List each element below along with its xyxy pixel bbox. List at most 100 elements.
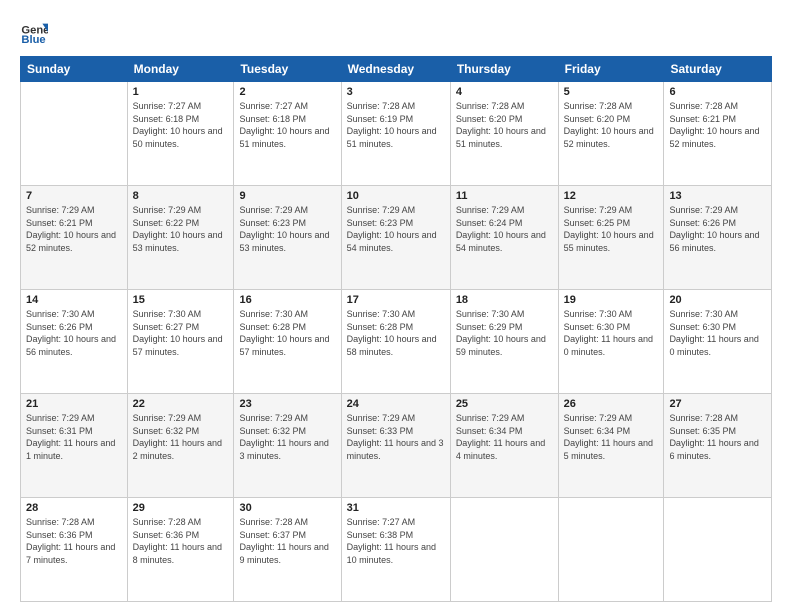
header-cell-friday: Friday — [558, 57, 664, 82]
calendar-cell: 29 Sunrise: 7:28 AMSunset: 6:36 PMDayligh… — [127, 498, 234, 602]
calendar-week-3: 21 Sunrise: 7:29 AMSunset: 6:31 PMDayligh… — [21, 394, 772, 498]
day-number: 1 — [133, 86, 229, 98]
calendar-cell — [450, 498, 558, 602]
calendar-cell: 18 Sunrise: 7:30 AMSunset: 6:29 PMDayligh… — [450, 290, 558, 394]
day-number: 2 — [239, 86, 335, 98]
day-number: 20 — [669, 294, 766, 306]
day-info: Sunrise: 7:29 AMSunset: 6:32 PMDaylight:… — [133, 412, 229, 462]
day-info: Sunrise: 7:30 AMSunset: 6:28 PMDaylight:… — [239, 308, 335, 358]
header-cell-wednesday: Wednesday — [341, 57, 450, 82]
calendar-cell: 25 Sunrise: 7:29 AMSunset: 6:34 PMDayligh… — [450, 394, 558, 498]
day-number: 11 — [456, 190, 553, 202]
day-info: Sunrise: 7:28 AMSunset: 6:36 PMDaylight:… — [26, 516, 122, 566]
calendar-cell: 26 Sunrise: 7:29 AMSunset: 6:34 PMDayligh… — [558, 394, 664, 498]
logo: General Blue — [20, 18, 50, 46]
calendar-cell: 17 Sunrise: 7:30 AMSunset: 6:28 PMDayligh… — [341, 290, 450, 394]
calendar-cell: 28 Sunrise: 7:28 AMSunset: 6:36 PMDayligh… — [21, 498, 128, 602]
day-number: 27 — [669, 398, 766, 410]
calendar-week-1: 7 Sunrise: 7:29 AMSunset: 6:21 PMDaylight… — [21, 186, 772, 290]
header-cell-thursday: Thursday — [450, 57, 558, 82]
day-number: 10 — [347, 190, 445, 202]
day-number: 13 — [669, 190, 766, 202]
day-number: 30 — [239, 502, 335, 514]
day-number: 16 — [239, 294, 335, 306]
calendar-cell: 30 Sunrise: 7:28 AMSunset: 6:37 PMDayligh… — [234, 498, 341, 602]
day-info: Sunrise: 7:29 AMSunset: 6:34 PMDaylight:… — [456, 412, 553, 462]
day-number: 3 — [347, 86, 445, 98]
day-number: 19 — [564, 294, 659, 306]
header-cell-saturday: Saturday — [664, 57, 772, 82]
calendar-cell — [21, 82, 128, 186]
day-number: 21 — [26, 398, 122, 410]
day-number: 26 — [564, 398, 659, 410]
day-info: Sunrise: 7:29 AMSunset: 6:34 PMDaylight:… — [564, 412, 659, 462]
calendar-body: 1 Sunrise: 7:27 AMSunset: 6:18 PMDaylight… — [21, 82, 772, 602]
calendar-cell: 12 Sunrise: 7:29 AMSunset: 6:25 PMDayligh… — [558, 186, 664, 290]
day-number: 23 — [239, 398, 335, 410]
calendar-cell: 4 Sunrise: 7:28 AMSunset: 6:20 PMDaylight… — [450, 82, 558, 186]
day-info: Sunrise: 7:29 AMSunset: 6:25 PMDaylight:… — [564, 204, 659, 254]
day-number: 29 — [133, 502, 229, 514]
day-number: 25 — [456, 398, 553, 410]
calendar-header-row: SundayMondayTuesdayWednesdayThursdayFrid… — [21, 57, 772, 82]
svg-text:Blue: Blue — [21, 34, 45, 46]
day-number: 15 — [133, 294, 229, 306]
day-info: Sunrise: 7:28 AMSunset: 6:21 PMDaylight:… — [669, 100, 766, 150]
day-number: 4 — [456, 86, 553, 98]
header-cell-tuesday: Tuesday — [234, 57, 341, 82]
calendar-week-2: 14 Sunrise: 7:30 AMSunset: 6:26 PMDayligh… — [21, 290, 772, 394]
calendar-cell: 21 Sunrise: 7:29 AMSunset: 6:31 PMDayligh… — [21, 394, 128, 498]
calendar-cell: 8Sunrise: 7:29 AMSunset: 6:22 PMDaylight… — [127, 186, 234, 290]
calendar-cell: 11 Sunrise: 7:29 AMSunset: 6:24 PMDayligh… — [450, 186, 558, 290]
calendar-week-0: 1 Sunrise: 7:27 AMSunset: 6:18 PMDaylight… — [21, 82, 772, 186]
calendar-cell: 22 Sunrise: 7:29 AMSunset: 6:32 PMDayligh… — [127, 394, 234, 498]
day-info: Sunrise: 7:28 AMSunset: 6:19 PMDaylight:… — [347, 100, 445, 150]
calendar-cell: 5 Sunrise: 7:28 AMSunset: 6:20 PMDaylight… — [558, 82, 664, 186]
day-info: Sunrise: 7:30 AMSunset: 6:28 PMDaylight:… — [347, 308, 445, 358]
day-info: Sunrise: 7:29 AMSunset: 6:26 PMDaylight:… — [669, 204, 766, 254]
calendar-cell: 31 Sunrise: 7:27 AMSunset: 6:38 PMDayligh… — [341, 498, 450, 602]
day-info: Sunrise: 7:28 AMSunset: 6:20 PMDaylight:… — [456, 100, 553, 150]
day-info: Sunrise: 7:29 AMSunset: 6:31 PMDaylight:… — [26, 412, 122, 462]
calendar-cell: 3 Sunrise: 7:28 AMSunset: 6:19 PMDaylight… — [341, 82, 450, 186]
day-number: 22 — [133, 398, 229, 410]
calendar-cell: 2Sunrise: 7:27 AMSunset: 6:18 PMDaylight… — [234, 82, 341, 186]
day-number: 31 — [347, 502, 445, 514]
day-info: Sunrise: 7:29 AMSunset: 6:23 PMDaylight:… — [239, 204, 335, 254]
calendar-cell: 9 Sunrise: 7:29 AMSunset: 6:23 PMDaylight… — [234, 186, 341, 290]
calendar-cell: 23Sunrise: 7:29 AMSunset: 6:32 PMDayligh… — [234, 394, 341, 498]
calendar-cell: 10 Sunrise: 7:29 AMSunset: 6:23 PMDayligh… — [341, 186, 450, 290]
calendar-week-4: 28 Sunrise: 7:28 AMSunset: 6:36 PMDayligh… — [21, 498, 772, 602]
day-info: Sunrise: 7:27 AMSunset: 6:38 PMDaylight:… — [347, 516, 445, 566]
calendar-cell: 6 Sunrise: 7:28 AMSunset: 6:21 PMDaylight… — [664, 82, 772, 186]
day-info: Sunrise: 7:28 AMSunset: 6:37 PMDaylight:… — [239, 516, 335, 566]
day-info: Sunrise: 7:30 AMSunset: 6:30 PMDaylight:… — [564, 308, 659, 358]
calendar-cell: 7 Sunrise: 7:29 AMSunset: 6:21 PMDaylight… — [21, 186, 128, 290]
day-info: Sunrise: 7:29 AMSunset: 6:21 PMDaylight:… — [26, 204, 122, 254]
day-info: Sunrise: 7:28 AMSunset: 6:20 PMDaylight:… — [564, 100, 659, 150]
day-number: 6 — [669, 86, 766, 98]
day-number: 12 — [564, 190, 659, 202]
day-info: Sunrise: 7:29 AMSunset: 6:24 PMDaylight:… — [456, 204, 553, 254]
day-info: Sunrise: 7:30 AMSunset: 6:27 PMDaylight:… — [133, 308, 229, 358]
day-number: 5 — [564, 86, 659, 98]
calendar-cell: 19 Sunrise: 7:30 AMSunset: 6:30 PMDayligh… — [558, 290, 664, 394]
day-number: 18 — [456, 294, 553, 306]
day-number: 28 — [26, 502, 122, 514]
calendar-cell: 13 Sunrise: 7:29 AMSunset: 6:26 PMDayligh… — [664, 186, 772, 290]
day-number: 14 — [26, 294, 122, 306]
day-info: Sunrise: 7:29 AMSunset: 6:22 PMDaylight:… — [133, 204, 229, 254]
header-cell-sunday: Sunday — [21, 57, 128, 82]
day-info: Sunrise: 7:29 AMSunset: 6:33 PMDaylight:… — [347, 412, 445, 462]
day-info: Sunrise: 7:28 AMSunset: 6:36 PMDaylight:… — [133, 516, 229, 566]
day-info: Sunrise: 7:27 AMSunset: 6:18 PMDaylight:… — [133, 100, 229, 150]
header: General Blue — [20, 18, 772, 46]
day-info: Sunrise: 7:30 AMSunset: 6:29 PMDaylight:… — [456, 308, 553, 358]
calendar-cell — [664, 498, 772, 602]
day-info: Sunrise: 7:30 AMSunset: 6:26 PMDaylight:… — [26, 308, 122, 358]
day-number: 17 — [347, 294, 445, 306]
day-number: 7 — [26, 190, 122, 202]
day-info: Sunrise: 7:29 AMSunset: 6:23 PMDaylight:… — [347, 204, 445, 254]
day-number: 9 — [239, 190, 335, 202]
day-info: Sunrise: 7:30 AMSunset: 6:30 PMDaylight:… — [669, 308, 766, 358]
